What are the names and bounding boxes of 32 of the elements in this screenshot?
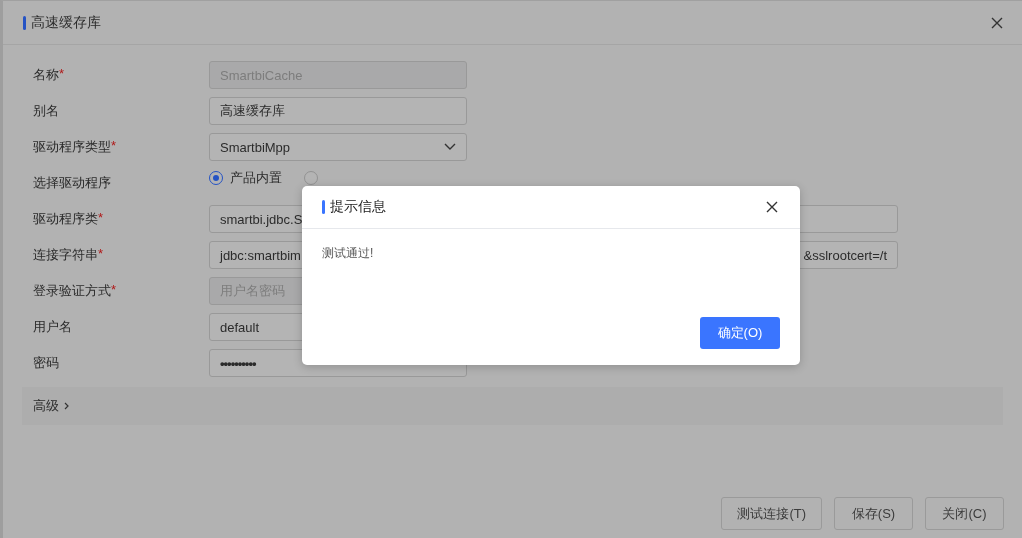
message-text: 测试通过! [321, 245, 375, 262]
field-label: 驱动程序类 [33, 210, 98, 228]
field-label: 密码 [33, 354, 59, 372]
input-field[interactable]: 高速缓存库 [209, 97, 467, 125]
ok-button[interactable]: 确定(O) [700, 317, 780, 349]
footer-button[interactable]: 保存(S) [834, 497, 913, 530]
title-accent-bar [322, 200, 325, 214]
field-label: 选择驱动程序 [33, 174, 111, 192]
footer-button[interactable]: 关闭(C) [925, 497, 1004, 530]
message-title: 提示信息 [330, 198, 387, 216]
required-mark: * [98, 210, 104, 227]
radio-option[interactable]: 产品内置 [209, 169, 282, 187]
field-label: 别名 [33, 102, 59, 120]
footer-button[interactable]: 测试连接(T) [721, 497, 822, 530]
title-accent-bar [23, 15, 26, 30]
required-mark: * [59, 66, 65, 83]
field-label: 登录验证方式 [33, 282, 111, 300]
close-icon[interactable] [991, 16, 1003, 29]
advanced-section-toggle[interactable]: 高级 [22, 387, 1003, 425]
field-label: 驱动程序类型 [33, 138, 111, 156]
chevron-down-icon [444, 143, 456, 151]
dialog-title: 高速缓存库 [31, 13, 102, 32]
radio-button[interactable] [304, 169, 318, 187]
required-mark: * [98, 246, 104, 263]
required-mark: * [111, 138, 117, 155]
chevron-right-icon [64, 402, 70, 410]
field-label: 连接字符串 [33, 246, 98, 264]
field-label: 用户名 [33, 318, 72, 336]
dropdown-field[interactable]: SmartbiMpp [209, 133, 467, 161]
required-mark: * [111, 282, 117, 299]
close-icon[interactable] [766, 201, 778, 213]
field-label: 名称 [33, 66, 59, 84]
